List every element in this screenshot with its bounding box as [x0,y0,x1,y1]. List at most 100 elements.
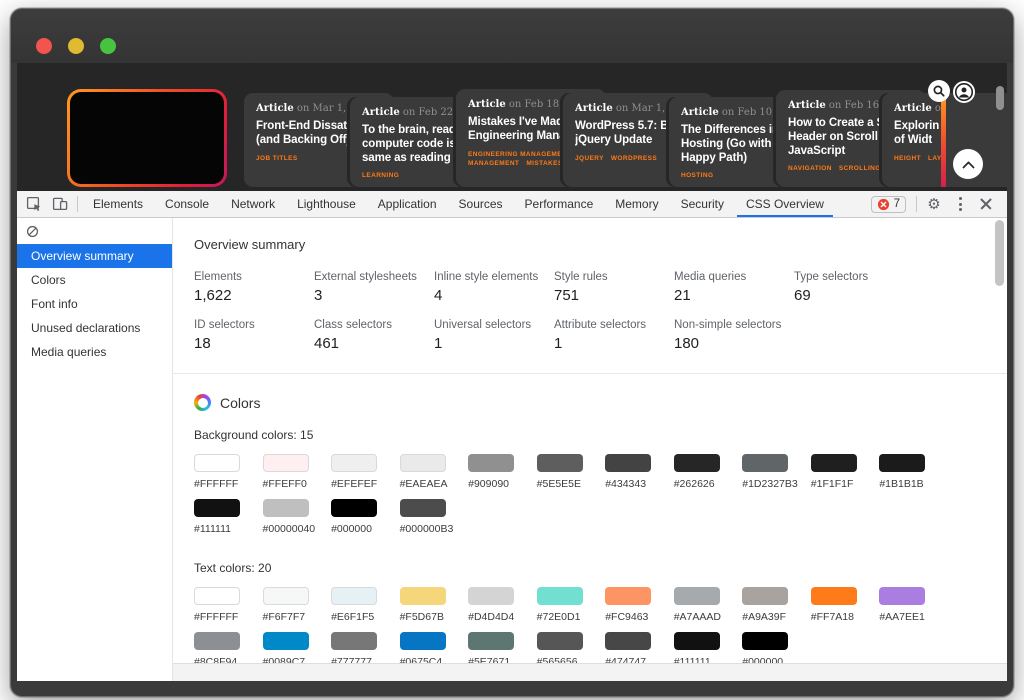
color-swatch[interactable] [537,587,583,605]
tag-link[interactable]: SCROLLING [839,165,881,172]
stat-label: Type selectors [794,271,914,283]
tag-link[interactable]: MISTAKES [526,160,562,167]
color-swatch[interactable] [674,632,720,650]
devtools-tab[interactable]: Console [154,191,220,217]
console-error-badge[interactable]: 7 [871,196,906,213]
color-swatch-item: #A7AAAD [674,587,743,623]
color-swatch[interactable] [674,587,720,605]
color-swatch-item: #E6F1F5 [331,587,400,623]
featured-card[interactable] [67,89,227,187]
tag-link[interactable]: LAY [928,155,942,162]
devtools-tab[interactable]: Performance [514,191,605,217]
devtools-tab[interactable]: Memory [604,191,669,217]
sidebar-item[interactable]: Font info [17,292,172,316]
color-swatch-item: #1F1F1F [811,454,880,490]
toolbar-separator [916,196,917,212]
article-kicker-label: Article [894,103,932,114]
site-search-button[interactable] [928,80,950,102]
tag-link[interactable]: LEARNING [362,172,399,179]
scroll-to-top-button[interactable] [953,149,983,179]
tag-link[interactable]: HEIGHT [894,155,921,162]
article-kicker-label: Article [681,107,719,118]
tag-link[interactable]: HOSTING [681,172,713,179]
stat-block: Style rules 751 [554,271,674,304]
sidebar-item[interactable]: Media queries [17,340,172,364]
color-swatch[interactable] [742,454,788,472]
tag-link[interactable]: WORDPRESS [611,155,657,162]
sidebar-item[interactable]: Unused declarations [17,316,172,340]
color-swatch[interactable] [537,632,583,650]
color-swatch[interactable] [331,632,377,650]
color-swatch[interactable] [331,499,377,517]
tag-link[interactable]: JQUERY [575,155,604,162]
account-icon [954,82,974,102]
window-titlebar[interactable] [11,9,1013,63]
color-swatch[interactable] [263,499,309,517]
color-swatch[interactable] [879,454,925,472]
color-swatch[interactable] [811,587,857,605]
stat-block: Attribute selectors 1 [554,319,674,352]
color-hex-label: #000000 [331,523,400,535]
featured-card-body [70,92,224,184]
tag-link[interactable]: ENGINEERING MANAGEMENT [468,151,571,158]
close-window-button[interactable] [36,38,52,54]
tag-link[interactable]: NAVIGATION [788,165,832,172]
color-swatch-item: #EFEFEF [331,454,400,490]
devtools-tab[interactable]: Network [220,191,286,217]
devtools-more-button[interactable] [947,192,973,216]
color-swatch[interactable] [194,587,240,605]
sidebar-item[interactable]: Overview summary [17,244,172,268]
color-swatch[interactable] [605,587,651,605]
color-swatch[interactable] [468,454,514,472]
tag-link[interactable]: JOB TITLES [256,155,298,162]
color-swatch[interactable] [194,632,240,650]
color-hex-label: #434343 [605,478,674,490]
zoom-window-button[interactable] [100,38,116,54]
color-swatch[interactable] [331,587,377,605]
color-swatch[interactable] [263,454,309,472]
site-account-button[interactable] [953,81,975,103]
devtools-tab[interactable]: Elements [82,191,154,217]
color-swatch[interactable] [400,587,446,605]
devtools-tab[interactable]: Application [367,191,448,217]
sidebar-item[interactable]: Colors [17,268,172,292]
tag-link[interactable]: MANAGEMENT [468,160,519,167]
devtools-tab[interactable]: Security [670,191,735,217]
color-swatch[interactable] [468,632,514,650]
color-swatch[interactable] [263,632,309,650]
block-icon [26,225,39,238]
stat-label: Style rules [554,271,674,283]
color-swatch[interactable] [194,499,240,517]
color-swatch[interactable] [331,454,377,472]
color-swatch[interactable] [468,587,514,605]
color-swatch[interactable] [400,499,446,517]
devtools-close-button[interactable] [973,192,999,216]
devtools-tab[interactable]: CSS Overview [735,191,835,217]
color-swatch[interactable] [742,632,788,650]
color-swatch[interactable] [400,454,446,472]
color-swatch[interactable] [263,587,309,605]
devtools-tab[interactable]: Lighthouse [286,191,367,217]
inspect-element-button[interactable] [21,192,47,216]
color-swatch[interactable] [605,632,651,650]
color-swatch[interactable] [605,454,651,472]
color-swatch[interactable] [879,587,925,605]
color-swatch-item: #72E0D1 [537,587,606,623]
section-divider [173,373,1007,374]
devtools-tab[interactable]: Sources [448,191,514,217]
color-swatch[interactable] [194,454,240,472]
color-swatch[interactable] [742,587,788,605]
color-swatch[interactable] [811,454,857,472]
color-swatch[interactable] [674,454,720,472]
color-hex-label: #AA7EE1 [879,611,948,623]
clear-overview-button[interactable] [26,225,39,238]
devtools-scrollbar-thumb[interactable] [995,220,1004,286]
device-toolbar-button[interactable] [47,192,73,216]
minimize-window-button[interactable] [68,38,84,54]
color-swatch[interactable] [400,632,446,650]
site-scrollbar-thumb[interactable] [996,86,1004,110]
color-swatch[interactable] [537,454,583,472]
stat-label: External stylesheets [314,271,434,283]
color-swatch-item: #F5D67B [400,587,469,623]
devtools-settings-button[interactable]: ⚙ [921,192,947,216]
